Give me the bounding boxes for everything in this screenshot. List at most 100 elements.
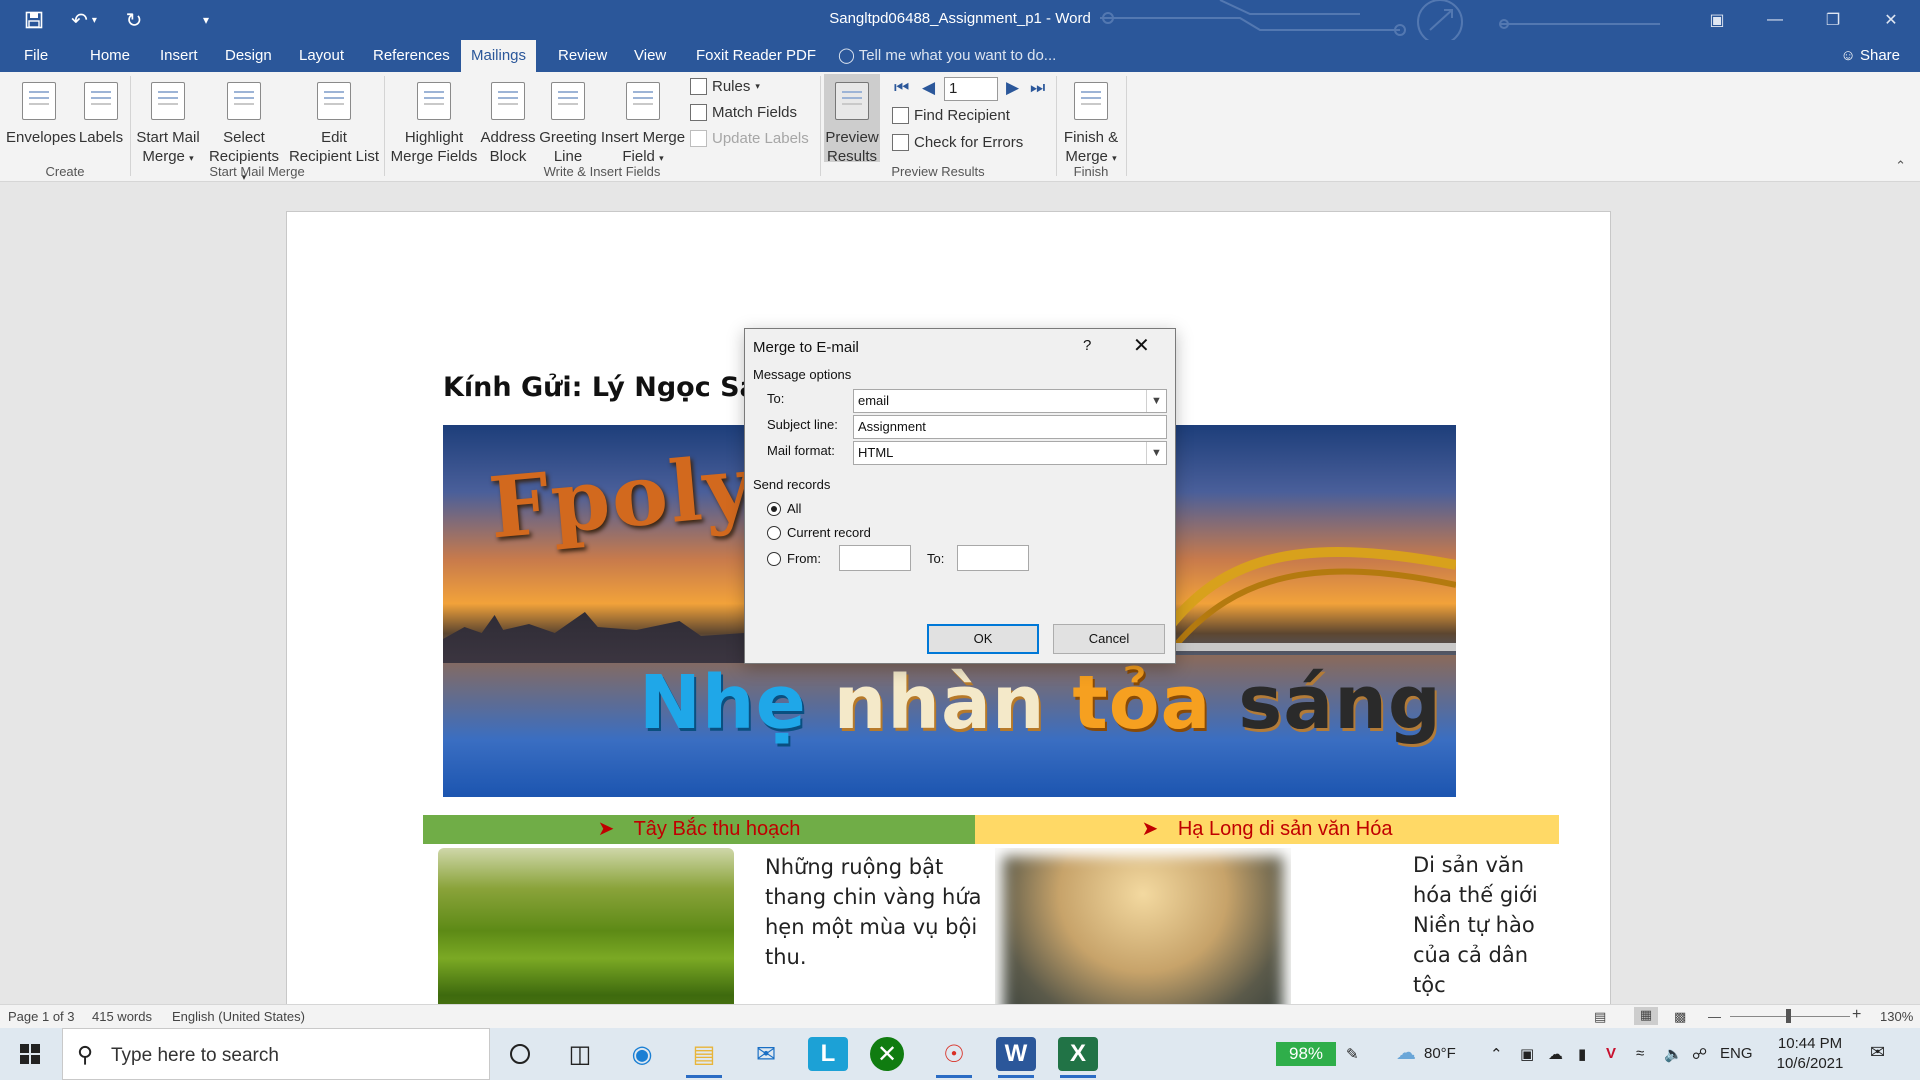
previous-record-icon[interactable]: ◀ [922, 78, 935, 98]
restore-icon[interactable]: ❐ [1804, 0, 1862, 40]
tab-references[interactable]: References [363, 40, 460, 72]
labels-button[interactable]: Labels [76, 78, 126, 147]
pen-icon[interactable]: ✎ [1346, 1045, 1359, 1063]
tab-review[interactable]: Review [548, 40, 617, 72]
tab-insert[interactable]: Insert [150, 40, 208, 72]
merge-to-email-dialog: Merge to E-mail ? ✕ Message options To: … [744, 328, 1176, 664]
windows-start-icon[interactable] [12, 1038, 48, 1070]
mail-icon[interactable]: ✉ [746, 1037, 786, 1071]
system-clock[interactable]: 10:44 PM 10/6/2021 [1760, 1034, 1860, 1074]
tab-mailings[interactable]: Mailings [461, 40, 537, 72]
collapse-ribbon-icon[interactable]: ⌃ [1895, 158, 1906, 174]
update-labels-icon [690, 130, 707, 147]
word-count[interactable]: 415 words [92, 1009, 152, 1024]
weather-icon[interactable]: ☁ [1396, 1040, 1416, 1065]
input-language[interactable]: ENG [1720, 1045, 1753, 1062]
finish-merge-button[interactable]: Finish & Merge ▾ [1060, 78, 1122, 168]
zoom-in-icon[interactable]: + [1852, 1006, 1861, 1024]
print-layout-icon[interactable]: ▦ [1634, 1007, 1658, 1025]
mail-format-select[interactable]: HTML ▼ [853, 441, 1167, 465]
zoom-out-icon[interactable]: — [1708, 1009, 1721, 1024]
to-record-input[interactable] [957, 545, 1029, 571]
next-record-icon[interactable]: ▶ [1006, 78, 1019, 98]
network-icon[interactable]: ☍ [1692, 1045, 1707, 1063]
volume-icon[interactable]: 🔈 [1664, 1045, 1683, 1063]
radio-from[interactable]: From: [767, 551, 821, 566]
ribbon-display-icon[interactable]: ▣ [1688, 0, 1746, 40]
read-mode-icon[interactable]: ▤ [1594, 1009, 1606, 1025]
last-record-icon[interactable]: ⏭ [1030, 78, 1045, 98]
battery-icon[interactable]: ▮ [1578, 1045, 1586, 1063]
notifications-icon[interactable]: ✉ [1870, 1042, 1885, 1063]
battery-indicator[interactable]: 98% [1276, 1042, 1336, 1066]
from-record-input[interactable] [839, 545, 911, 571]
chevron-down-icon: ▾ [659, 153, 664, 163]
radio-all[interactable]: All [767, 501, 801, 516]
language-indicator[interactable]: English (United States) [172, 1009, 305, 1024]
onedrive-icon[interactable]: ☁ [1548, 1045, 1563, 1063]
tab-design[interactable]: Design [215, 40, 282, 72]
cancel-button[interactable]: Cancel [1053, 624, 1165, 654]
record-number-input[interactable]: 1 [944, 77, 998, 101]
chevron-down-icon[interactable]: ▼ [1146, 390, 1166, 412]
xbox-icon[interactable]: ✕ [870, 1037, 904, 1071]
to-select[interactable]: email ▼ [853, 389, 1167, 413]
chrome-icon[interactable]: ☉ [934, 1037, 974, 1078]
insert-merge-field-button[interactable]: Insert Merge Field ▾ [600, 78, 686, 168]
preview-results-button[interactable]: Preview Results [824, 74, 880, 165]
highlight-merge-fields-button[interactable]: Highlight Merge Fields [388, 78, 480, 166]
tab-layout[interactable]: Layout [289, 40, 354, 72]
minimize-icon[interactable]: — [1746, 0, 1804, 40]
match-fields-button[interactable]: Match Fields [690, 104, 797, 121]
chevron-down-icon: ▾ [755, 81, 760, 91]
close-icon[interactable]: ✕ [1862, 0, 1920, 40]
check-errors-button[interactable]: Check for Errors [892, 134, 1023, 151]
dialog-close-icon[interactable]: ✕ [1133, 333, 1150, 358]
temperature[interactable]: 80°F [1424, 1045, 1456, 1062]
greeting-line-button[interactable]: Greeting Line [536, 78, 600, 166]
share-button[interactable]: ☺ Share [1840, 40, 1900, 72]
tab-file[interactable]: File [14, 40, 58, 72]
cortana-icon[interactable] [500, 1037, 540, 1071]
start-mail-merge-button[interactable]: Start Mail Merge ▾ [134, 78, 202, 168]
chevron-down-icon[interactable]: ▼ [1146, 442, 1166, 464]
zoom-slider-thumb[interactable] [1786, 1009, 1791, 1023]
tab-view[interactable]: View [624, 40, 676, 72]
find-recipient-button[interactable]: Find Recipient [892, 107, 1010, 124]
show-hidden-icons[interactable]: ⌃ [1490, 1045, 1503, 1063]
zoom-level[interactable]: 130% [1880, 1009, 1913, 1024]
help-button[interactable]: ? [1083, 337, 1091, 354]
tab-foxit[interactable]: Foxit Reader PDF [686, 40, 826, 72]
group-divider [384, 76, 385, 176]
edit-recipient-list-button[interactable]: Edit Recipient List [288, 78, 380, 166]
file-explorer-icon[interactable]: ▤ [684, 1037, 724, 1078]
ribbon: Envelopes Labels Create Start Mail Merge… [0, 72, 1920, 182]
subject-line-input[interactable]: Assignment [853, 415, 1167, 439]
group-divider [820, 76, 821, 176]
update-labels-button[interactable]: Update Labels [690, 130, 809, 147]
page-count[interactable]: Page 1 of 3 [8, 1009, 75, 1024]
tell-me-box[interactable]: ◯ Tell me what you want to do... [838, 40, 1056, 72]
word-icon[interactable]: W [996, 1037, 1036, 1078]
meet-now-icon[interactable]: ▣ [1520, 1045, 1534, 1063]
address-block-button[interactable]: Address Block [478, 78, 538, 166]
banner-slogan: Nhẹ nhàn tỏa sáng [639, 660, 1442, 746]
edge-icon[interactable]: ◉ [622, 1037, 662, 1071]
excel-icon[interactable]: X [1058, 1037, 1098, 1078]
taskbar-search[interactable]: ⚲ Type here to search [62, 1028, 490, 1080]
rice-terraces-image [438, 848, 734, 1004]
wifi-icon[interactable]: ≈ [1636, 1045, 1644, 1062]
lingoes-icon[interactable]: L [808, 1037, 848, 1071]
task-view-icon[interactable]: ◫ [560, 1037, 600, 1071]
tab-home[interactable]: Home [80, 40, 140, 72]
person-icon: ☺ [1840, 47, 1856, 64]
vivaldi-icon[interactable]: V [1606, 1045, 1616, 1062]
radio-current-record[interactable]: Current record [767, 525, 871, 540]
group-label-start-mail-merge: Start Mail Merge [209, 164, 305, 179]
first-record-icon[interactable]: ⏮ [894, 78, 909, 98]
rules-button[interactable]: Rules ▾ [690, 78, 760, 95]
find-icon [892, 107, 909, 124]
envelopes-button[interactable]: Envelopes [6, 78, 76, 147]
web-layout-icon[interactable]: ▩ [1674, 1009, 1686, 1025]
ok-button[interactable]: OK [927, 624, 1039, 654]
